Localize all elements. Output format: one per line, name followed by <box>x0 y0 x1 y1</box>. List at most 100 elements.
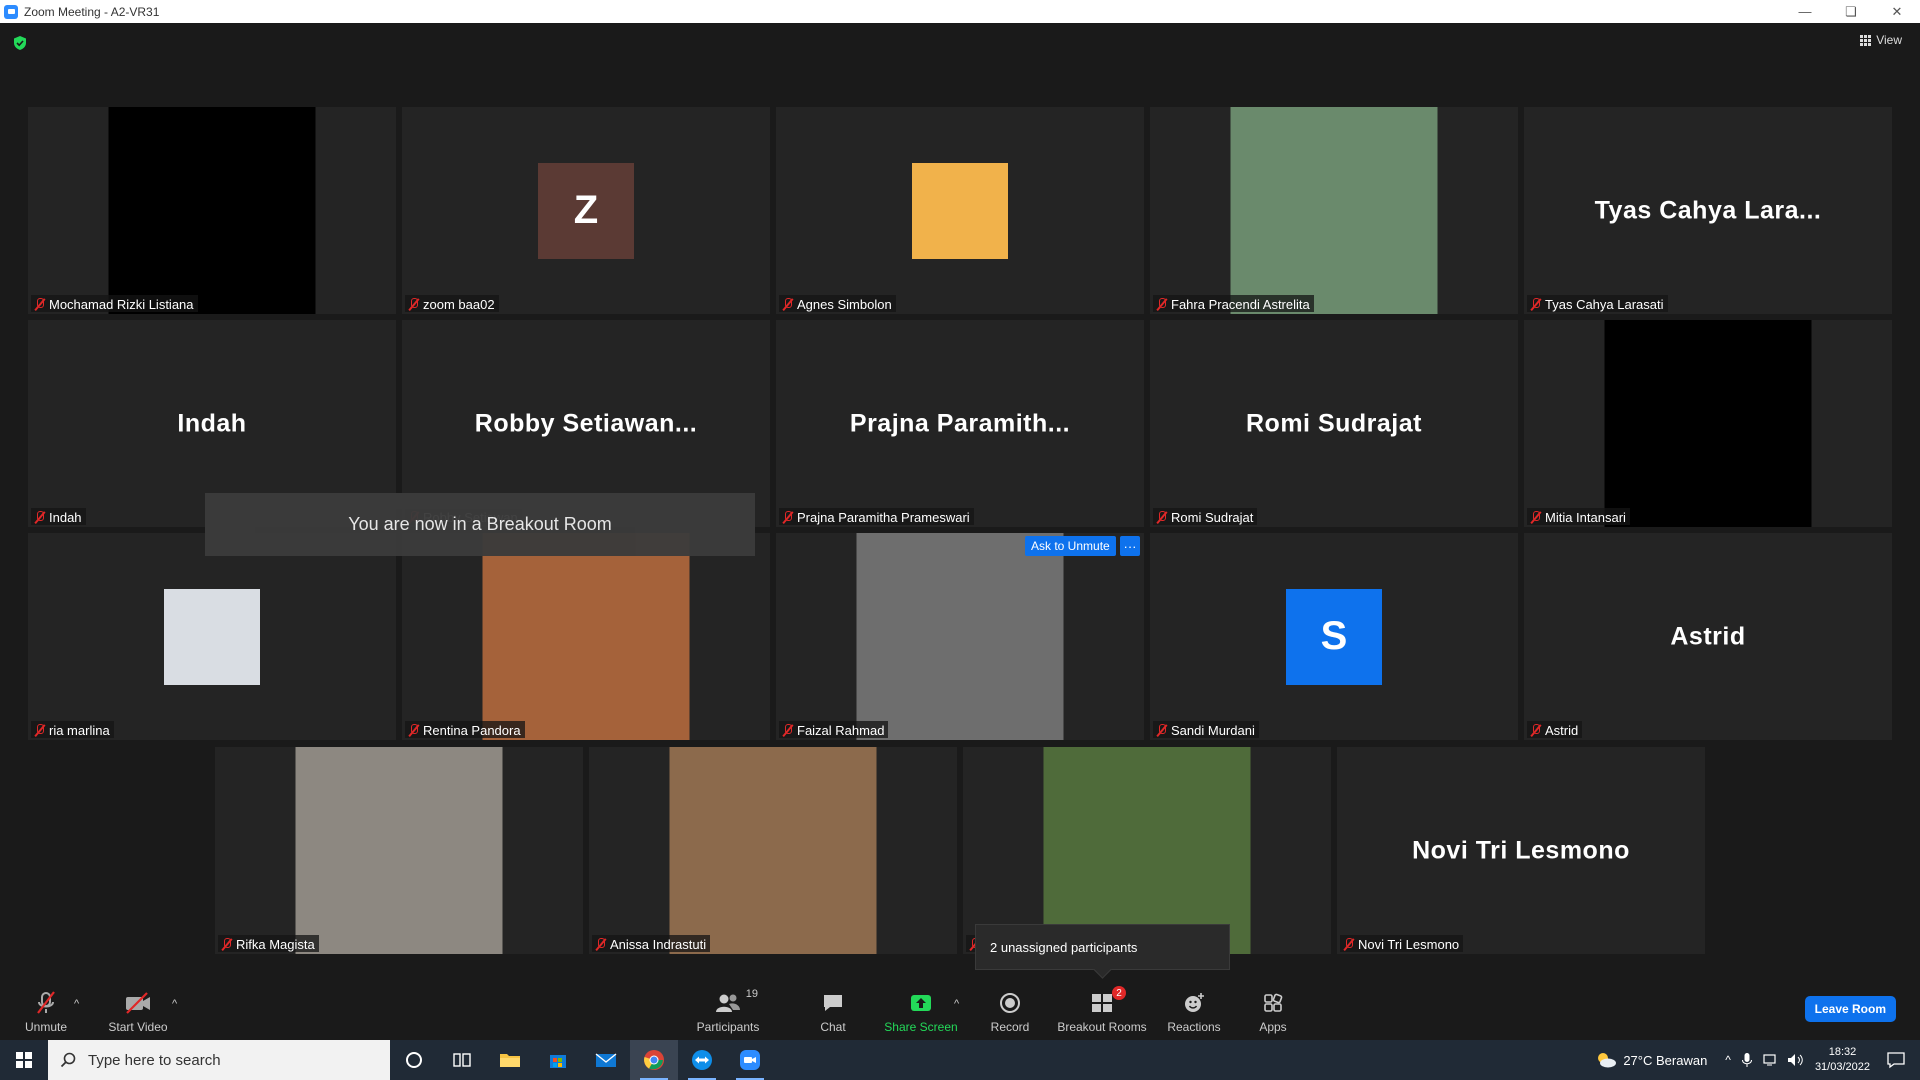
participants-button[interactable]: 19 Participants <box>690 980 766 1040</box>
participant-profile-picture <box>912 162 1008 259</box>
taskbar-clock[interactable]: 18:32 31/03/2022 <box>1815 1045 1870 1075</box>
weather-text[interactable]: 27°C Berawan <box>1623 1053 1707 1068</box>
muted-mic-icon <box>1530 723 1541 737</box>
taskbar-search-box[interactable]: Type here to search <box>48 1040 390 1080</box>
participant-name: Agnes Simbolon <box>797 296 892 312</box>
chrome-icon[interactable] <box>630 1040 678 1080</box>
view-button[interactable]: View <box>1860 33 1902 47</box>
security-shield-icon[interactable] <box>12 35 28 51</box>
chat-label: Chat <box>820 1020 846 1034</box>
participant-tile-sandi-murdani[interactable]: S Sandi Murdani <box>1150 533 1518 740</box>
participant-name-label: Astrid <box>1527 721 1583 738</box>
view-label: View <box>1876 33 1902 47</box>
teamviewer-icon[interactable] <box>678 1040 726 1080</box>
search-icon <box>60 1052 76 1068</box>
muted-mic-icon <box>1530 510 1541 524</box>
chat-button[interactable]: Chat <box>810 980 856 1040</box>
minimize-icon[interactable]: — <box>1782 0 1828 23</box>
video-off-icon <box>123 990 153 1016</box>
participant-video <box>856 533 1064 740</box>
muted-mic-icon <box>782 510 793 524</box>
weather-cloud-icon[interactable] <box>1595 1051 1617 1069</box>
participant-tile-faizal-rahmad[interactable]: Faizal Rahmad <box>776 533 1144 740</box>
reactions-button[interactable]: Reactions <box>1166 980 1222 1040</box>
file-explorer-icon[interactable] <box>486 1040 534 1080</box>
record-icon <box>998 990 1022 1016</box>
tray-overflow-icon[interactable]: ^ <box>1725 1053 1731 1067</box>
zoom-taskbar-icon[interactable] <box>726 1040 774 1080</box>
participant-tile-rifka-magista[interactable]: Rifka Magista <box>215 747 583 954</box>
volume-icon[interactable] <box>1787 1053 1805 1067</box>
participant-name-label: Indah <box>31 508 86 525</box>
audio-options-caret-icon[interactable]: ^ <box>74 998 79 1010</box>
network-icon[interactable] <box>1763 1053 1779 1067</box>
task-view-icon[interactable] <box>438 1040 486 1080</box>
participant-video <box>482 533 690 740</box>
share-screen-button[interactable]: Share Screen <box>882 980 960 1040</box>
zoom-app-icon <box>4 4 18 19</box>
notifications-icon[interactable] <box>1886 1051 1906 1069</box>
record-label: Record <box>990 1020 1030 1034</box>
participant-name-label: Mochamad Rizki Listiana <box>31 295 198 312</box>
participant-tile-tile-17[interactable] <box>963 747 1331 954</box>
mail-icon[interactable] <box>582 1040 630 1080</box>
start-button[interactable] <box>0 1040 48 1080</box>
participant-tile-zoom-baa02[interactable]: Zzoom baa02 <box>402 107 770 314</box>
share-screen-label: Share Screen <box>884 1020 958 1034</box>
participant-tile-novi-tri-lesmono[interactable]: Novi Tri Lesmono Novi Tri Lesmono <box>1337 747 1705 954</box>
breakout-rooms-label: Breakout Rooms <box>1057 1020 1147 1034</box>
participant-name: Mochamad Rizki Listiana <box>49 296 194 312</box>
participant-tile-ria-marlina[interactable]: ria marlina <box>28 533 396 740</box>
microphone-tray-icon[interactable] <box>1741 1052 1753 1068</box>
participant-tile-mochamad-rizki-listiana[interactable]: Mochamad Rizki Listiana <box>28 107 396 314</box>
participant-video <box>1604 320 1812 527</box>
close-icon[interactable]: ✕ <box>1874 0 1920 23</box>
participant-tile-rentina-pandora[interactable]: Rentina Pandora <box>402 533 770 740</box>
participant-display-name: Prajna Paramith... <box>849 409 1071 437</box>
muted-mic-icon <box>34 297 45 311</box>
window-title: Zoom Meeting - A2-VR31 <box>24 4 160 19</box>
muted-microphone-icon <box>33 990 59 1016</box>
system-tray: 27°C Berawan ^ 18:32 31/03/2022 <box>1595 1040 1920 1080</box>
participant-name: Mitia Intansari <box>1545 509 1626 525</box>
cortana-icon[interactable] <box>390 1040 438 1080</box>
apps-button[interactable]: Apps <box>1254 980 1292 1040</box>
participant-tile-mitia-intansari[interactable]: Mitia Intansari <box>1524 320 1892 527</box>
start-video-label: Start Video <box>108 1020 168 1034</box>
record-button[interactable]: Record <box>986 980 1034 1040</box>
ask-to-unmute-button[interactable]: Ask to Unmute <box>1025 536 1116 556</box>
participant-video <box>1043 747 1251 954</box>
chat-bubble-icon <box>821 990 845 1016</box>
more-options-button[interactable]: ··· <box>1120 536 1140 556</box>
participant-video <box>1230 107 1438 314</box>
participant-name: Tyas Cahya Larasati <box>1545 296 1664 312</box>
unmute-button[interactable]: Unmute <box>18 980 74 1040</box>
share-options-caret-icon[interactable]: ^ <box>954 998 959 1010</box>
participant-name-label: Rentina Pandora <box>405 721 525 738</box>
participant-display-name: Robby Setiawan... <box>474 409 698 437</box>
participant-tile-astrid[interactable]: Astrid Astrid <box>1524 533 1892 740</box>
participant-tile-agnes-simbolon[interactable]: Agnes Simbolon <box>776 107 1144 314</box>
breakout-rooms-button[interactable]: 2 Breakout Rooms <box>1056 980 1148 1040</box>
participants-count: 19 <box>745 988 758 1000</box>
participant-name-label: zoom baa02 <box>405 295 499 312</box>
leave-room-button[interactable]: Leave Room <box>1804 996 1896 1022</box>
participant-video <box>295 747 503 954</box>
participant-name-label: Prajna Paramitha Prameswari <box>779 508 974 525</box>
participant-name: ria marlina <box>49 722 110 738</box>
participant-tile-fahra-pracendi-astrelita[interactable]: Fahra Pracendi Astrelita <box>1150 107 1518 314</box>
start-video-button[interactable]: Start Video <box>104 980 172 1040</box>
restore-icon[interactable]: ❏ <box>1828 0 1874 23</box>
participant-tile-anissa-indrastuti[interactable]: Anissa Indrastuti <box>589 747 957 954</box>
participant-tile-tyas-cahya-larasati[interactable]: Tyas Cahya Lara... Tyas Cahya Larasati <box>1524 107 1892 314</box>
apps-icon <box>1262 990 1284 1016</box>
video-options-caret-icon[interactable]: ^ <box>172 998 177 1010</box>
window-title-bar: Zoom Meeting - A2-VR31 — ❏ ✕ <box>0 0 1920 23</box>
participant-tile-prajna-paramitha-prameswari[interactable]: Prajna Paramith... Prajna Paramitha Prame… <box>776 320 1144 527</box>
participant-profile-picture <box>164 588 260 685</box>
microsoft-store-icon[interactable] <box>534 1040 582 1080</box>
muted-mic-icon <box>1156 297 1167 311</box>
reactions-label: Reactions <box>1167 1020 1221 1034</box>
participant-tile-romi-sudrajat[interactable]: Romi Sudrajat Romi Sudrajat <box>1150 320 1518 527</box>
participants-label: Participants <box>696 1020 760 1034</box>
